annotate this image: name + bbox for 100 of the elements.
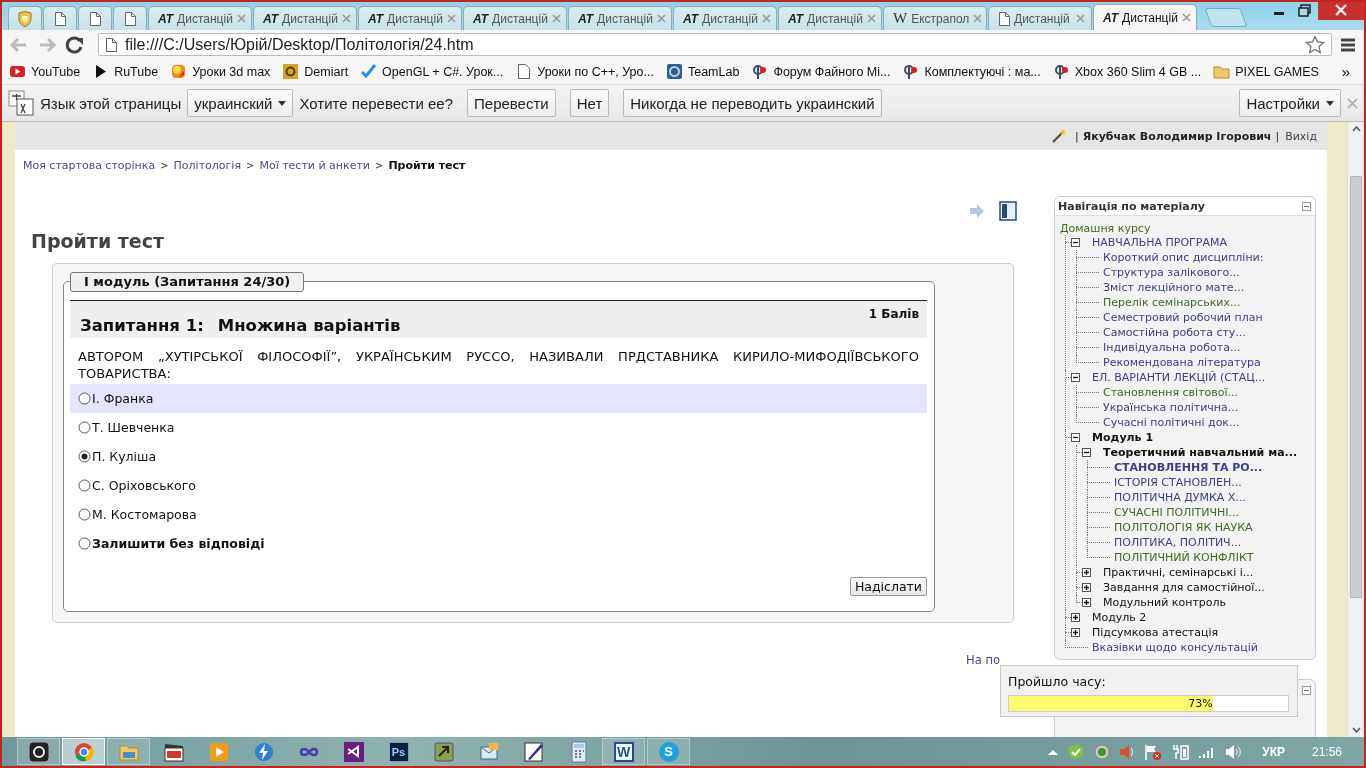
browser-tab[interactable]: AT Дистанцій (358, 6, 462, 30)
tree-link[interactable]: ПОЛІТИЧНА ДУМКА Х... (1114, 491, 1246, 504)
browser-tab[interactable]: AT Дистанцій (463, 6, 567, 30)
expand-icon[interactable] (1082, 598, 1091, 607)
tree-link[interactable]: ПОЛІТИКА, ПОЛІТИЧ... (1114, 536, 1242, 549)
translate-bar-button[interactable]: Никогда не переводить украинский (623, 89, 882, 117)
battery-icon[interactable] (1171, 743, 1190, 760)
footer-link[interactable]: На по (966, 653, 1000, 667)
radio-button[interactable] (78, 421, 91, 434)
reload-icon[interactable] (64, 34, 86, 55)
tree-link[interactable]: Вказівки щодо консультацій (1092, 641, 1258, 654)
breadcrumb-link[interactable]: Політологія (173, 159, 241, 172)
tree-link[interactable]: ПОЛІТИЧНИЙ КОНФЛІКТ (1114, 551, 1254, 564)
tree-link[interactable]: Структура залікового... (1103, 266, 1240, 279)
shield-check-icon[interactable] (1067, 743, 1086, 760)
tree-link[interactable]: Самостійна робота сту... (1103, 326, 1246, 339)
more-bookmarks-button[interactable]: » (1331, 63, 1360, 80)
bookmark[interactable]: Уроки 3d max (167, 61, 274, 82)
browser-tab[interactable]: AT Дистанцій (673, 6, 777, 30)
scrollbar-thumb[interactable] (1350, 176, 1362, 598)
star-icon[interactable] (1305, 34, 1325, 55)
logout-link[interactable]: Вихід (1285, 129, 1317, 143)
radio-button[interactable] (78, 508, 91, 521)
address-bar[interactable]: file:///C:/Users/Юрій/Desktop/Політологія/24.htm (98, 33, 1332, 56)
layout-icon[interactable] (999, 201, 1017, 221)
taskbar-button[interactable] (17, 738, 60, 765)
taskbar-button[interactable]: W (602, 738, 645, 765)
close-icon[interactable] (866, 14, 876, 23)
bookmark[interactable]: OpenGL + C#. Урок... (357, 61, 507, 82)
options-dropdown[interactable]: Настройки (1239, 89, 1341, 117)
radio-button[interactable] (78, 537, 91, 550)
tree-link[interactable]: Короткий опис дисципліни: (1103, 251, 1264, 264)
tree-heading[interactable]: Практичні, семінарські і... (1103, 566, 1254, 579)
radio-button[interactable] (78, 392, 91, 405)
bookmark[interactable]: TeamLab (662, 61, 743, 82)
tree-link[interactable]: Домашня курсу (1060, 222, 1311, 235)
bookmark[interactable]: Форум Файного Мі... (748, 61, 894, 82)
collapse-icon[interactable] (1071, 433, 1080, 442)
flag-icon[interactable] (1144, 743, 1163, 760)
close-icon[interactable] (1318, 2, 1364, 20)
tree-heading[interactable]: Підсумкова атестація (1092, 626, 1219, 639)
bookmark[interactable]: Demiart (279, 61, 352, 82)
tree-link[interactable]: Становлення світової... (1103, 386, 1238, 399)
breadcrumb-link[interactable]: Мої тести й анкети (259, 159, 370, 172)
tree-heading[interactable]: Завдання для самостійної... (1103, 581, 1265, 594)
collapse-icon[interactable] (1071, 373, 1080, 382)
close-icon[interactable] (446, 14, 456, 23)
radio-button[interactable] (78, 450, 91, 463)
bookmark[interactable]: YouTube (6, 61, 84, 82)
breadcrumb-link[interactable]: Моя стартова сторінка (23, 159, 156, 172)
language-dropdown[interactable]: украинский (187, 89, 294, 117)
scroll-up-icon[interactable] (1351, 126, 1361, 132)
speaker-icon[interactable] (1119, 743, 1136, 760)
tree-heading[interactable]: Модуль 1 (1092, 431, 1154, 444)
submit-button[interactable]: Надіслати (849, 577, 927, 596)
collapse-icon[interactable] (1071, 238, 1080, 247)
browser-tab[interactable] (8, 6, 42, 30)
browser-tab[interactable]: AT Дистанцій (253, 6, 357, 30)
bookmark[interactable]: Xbox 360 Slim 4 GB ... (1049, 61, 1205, 82)
tree-link[interactable]: Семестровий робочий план (1103, 311, 1263, 324)
circle-icon[interactable] (1094, 743, 1111, 760)
browser-tab[interactable] (78, 6, 112, 30)
close-icon[interactable] (761, 14, 771, 23)
tree-link[interactable]: СТАНОВЛЕННЯ ТА РО... (1114, 461, 1263, 474)
bookmark[interactable]: Комплектуючі : ма... (899, 61, 1044, 82)
bookmark[interactable]: PIXEL GAMES (1210, 61, 1322, 82)
close-icon[interactable] (551, 14, 561, 23)
expand-icon[interactable] (1082, 568, 1091, 577)
tree-heading[interactable]: Теоретичний навчальний ма... (1103, 446, 1298, 459)
expand-icon[interactable] (1071, 628, 1080, 637)
tree-link[interactable]: ПОЛІТОЛОГІЯ ЯК НАУКА (1114, 521, 1253, 534)
expand-icon[interactable] (1082, 583, 1091, 592)
bookmark[interactable]: Уроки по C++, Уро... (512, 61, 657, 82)
close-icon[interactable] (656, 14, 666, 23)
browser-tab[interactable]: AT Дистанцій (1093, 4, 1197, 30)
close-icon[interactable] (236, 14, 246, 23)
tree-link[interactable]: СУЧАСНІ ПОЛІТИЧНІ... (1114, 506, 1240, 519)
tree-link[interactable]: ЕЛ. ВАРІАНТИ ЛЕКЦІЙ (СТАЦ... (1092, 371, 1266, 384)
browser-tab[interactable] (43, 6, 77, 30)
scroll-down-icon[interactable] (1351, 727, 1361, 733)
close-icon[interactable] (341, 14, 351, 23)
tree-link[interactable]: НАВЧАЛЬНА ПРОГРАМА (1092, 236, 1227, 249)
translate-bar-button[interactable]: Нет (569, 89, 610, 117)
tree-link[interactable]: ІСТОРІЯ СТАНОВЛЕН... (1114, 476, 1242, 489)
tree-link[interactable]: Індивідуальна робота... (1103, 341, 1241, 354)
taskbar-button[interactable]: Ps (377, 738, 420, 765)
browser-tab[interactable]: AT Дистанцій (568, 6, 672, 30)
tree-link[interactable]: Рекомендована література (1103, 356, 1261, 369)
close-icon[interactable] (1181, 13, 1191, 22)
tree-heading[interactable]: Модуль 2 (1092, 611, 1147, 624)
radio-button[interactable] (78, 479, 91, 492)
close-icon[interactable] (973, 14, 983, 23)
tree-link[interactable]: Українська політична... (1103, 401, 1239, 414)
translate-bar-button[interactable]: Перевести (467, 89, 556, 117)
browser-tab[interactable]: Дистанцій (988, 6, 1092, 30)
browser-tab[interactable]: AT Дистанцій (778, 6, 882, 30)
browser-tab[interactable] (113, 6, 147, 30)
tree-link[interactable]: Перелік семінарських... (1103, 296, 1241, 309)
tree-heading[interactable]: Модульний контроль (1103, 596, 1227, 609)
expand-icon[interactable] (1071, 613, 1080, 622)
